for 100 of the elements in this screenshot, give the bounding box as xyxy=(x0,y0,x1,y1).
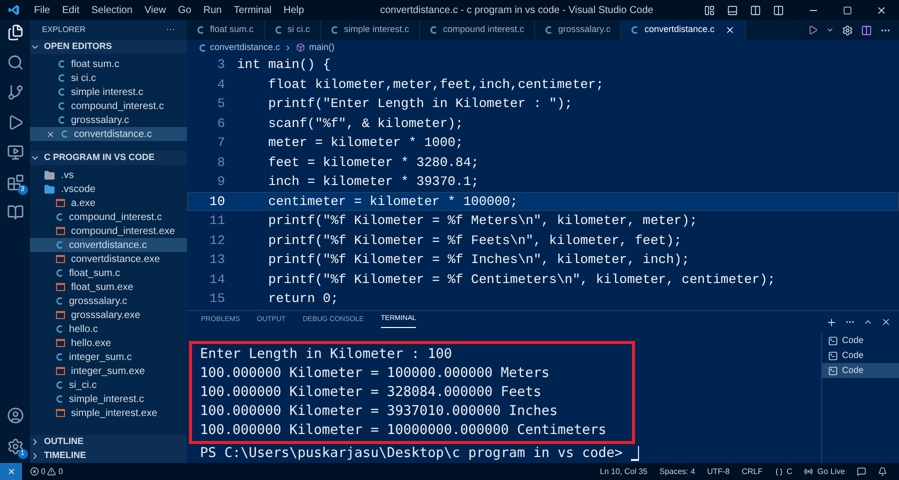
broadcast-icon xyxy=(804,467,814,476)
status-item[interactable]: CRLF xyxy=(742,466,763,478)
terminal-list-item[interactable]: Code xyxy=(822,333,899,348)
explorer-item[interactable]: a.exe xyxy=(30,196,187,210)
explorer-item[interactable]: simple interest.c xyxy=(30,85,187,99)
restore-icon[interactable] xyxy=(843,6,852,14)
menu-item[interactable]: File xyxy=(28,2,56,18)
explorer-item[interactable]: compound_interest.exe xyxy=(30,224,187,238)
explorer-item[interactable]: hello.exe xyxy=(30,336,187,350)
menu-item[interactable]: View xyxy=(138,2,172,18)
more-actions[interactable]: ··· xyxy=(166,23,175,37)
split-editor-icon[interactable] xyxy=(861,24,872,36)
line-number: 13 xyxy=(208,251,226,269)
files-icon[interactable] xyxy=(6,24,24,41)
line-number: 15 xyxy=(208,290,226,308)
explorer-item[interactable]: grosssalary.exe xyxy=(30,308,187,322)
status-item[interactable]: Ln 10, Col 35 xyxy=(600,466,648,478)
layout-icon[interactable] xyxy=(750,4,761,16)
explorer-item[interactable]: convertdistance.c xyxy=(30,238,187,252)
line-number: 6 xyxy=(216,114,226,132)
remote-button[interactable] xyxy=(0,463,22,480)
file-icon xyxy=(56,367,65,375)
warning-count[interactable]: 0 xyxy=(58,466,63,478)
search-icon[interactable] xyxy=(6,54,24,71)
explorer-item[interactable]: si ci.c xyxy=(30,71,187,85)
c-file-icon xyxy=(631,26,638,34)
close-icon[interactable] xyxy=(876,4,887,16)
c-file-icon xyxy=(274,26,282,34)
explorer-item[interactable]: convertdistance.c xyxy=(30,127,187,141)
folder-icon xyxy=(44,170,55,180)
explorer-item[interactable]: integer_sum.exe xyxy=(30,364,187,378)
breadcrumb-item[interactable]: convertdistance.c xyxy=(210,40,280,54)
status-item[interactable]: Spaces: 4 xyxy=(660,466,696,478)
explorer-item[interactable]: float sum.c xyxy=(30,57,187,71)
notifications-icon[interactable] xyxy=(878,467,887,476)
menu-item[interactable]: Go xyxy=(172,2,198,18)
section-header[interactable]: TIMELINE xyxy=(30,449,187,463)
section-header[interactable]: OPEN EDITORS xyxy=(30,40,187,54)
language-mode[interactable]: C xyxy=(786,466,792,478)
editor-tab[interactable]: float sum.c xyxy=(187,20,265,40)
explorer-item[interactable]: .vs xyxy=(30,168,187,182)
explorer-item[interactable]: integer_sum.c xyxy=(30,350,187,364)
explorer-item[interactable]: .vscode xyxy=(30,182,187,196)
terminal-list-item[interactable]: Code xyxy=(822,363,899,378)
code-text: printf("%f Kilometer = %f Meters\n", kilometer, meter); xyxy=(267,212,698,230)
run-icon[interactable] xyxy=(808,25,818,35)
terminal-line: 100.000000 Kilometer = 10000000.000000 Centimeters xyxy=(200,421,608,440)
explorer-item[interactable]: compound_interest.c xyxy=(30,99,187,113)
add-icon[interactable] xyxy=(826,316,837,328)
explorer-item[interactable]: simple_interest.exe xyxy=(30,406,187,420)
code-text: feet = kilometer * 3280.84; xyxy=(267,154,479,172)
explorer-item[interactable]: grosssalary.c xyxy=(30,113,187,127)
line-number: 3 xyxy=(216,56,226,74)
monitor-icon[interactable] xyxy=(6,144,24,161)
menu-item[interactable]: Terminal xyxy=(228,2,278,18)
feedback-icon[interactable] xyxy=(857,467,866,476)
file-icon xyxy=(56,409,65,417)
terminal-list-item[interactable]: Code xyxy=(822,348,899,363)
close-icon[interactable] xyxy=(724,25,734,35)
section-header[interactable]: OUTLINE xyxy=(30,435,187,449)
editor-tab[interactable]: simple interest.c xyxy=(321,20,420,40)
settings-icon[interactable] xyxy=(842,24,853,36)
window-title: convertdistance.c - c program in vs code - Visual Studio Code xyxy=(380,4,654,18)
customize-layout-icon[interactable] xyxy=(773,4,784,16)
explorer-item[interactable]: hello.c xyxy=(30,322,187,336)
status-item[interactable]: UTF-8 xyxy=(707,466,730,478)
panel-toggle-icon[interactable] xyxy=(727,4,738,16)
error-count[interactable]: 0 xyxy=(41,466,46,478)
account-icon[interactable] xyxy=(6,407,24,424)
explorer-item[interactable]: convertdistance.exe xyxy=(30,252,187,266)
menu-item[interactable]: Help xyxy=(278,2,310,18)
code-text: return 0; xyxy=(267,290,338,308)
book-icon[interactable] xyxy=(6,204,24,221)
explorer-item[interactable]: simple_interest.c xyxy=(30,392,187,406)
menu-item[interactable]: Edit xyxy=(56,2,86,18)
code-text: scanf("%f", & kilometer); xyxy=(267,114,464,132)
code-text: printf("Enter Length in Kilometer : "); xyxy=(267,95,572,113)
code-text: int main() { xyxy=(237,56,331,74)
editor-tab[interactable]: compound interest.c xyxy=(420,20,536,40)
explorer-item[interactable]: grosssalary.c xyxy=(30,294,187,308)
explorer-item[interactable]: float_sum.c xyxy=(30,266,187,280)
caret-icon[interactable] xyxy=(826,26,834,34)
editor-tab[interactable]: si ci.c xyxy=(264,20,322,40)
go-live-button[interactable]: Go Live xyxy=(817,466,845,478)
section-header[interactable]: C PROGRAM IN VS CODE xyxy=(30,151,187,165)
explorer-item[interactable]: compound_interest.c xyxy=(30,210,187,224)
menu-item[interactable]: Selection xyxy=(85,2,138,18)
explorer-item[interactable]: si_ci.c xyxy=(30,378,187,392)
breadcrumb-item[interactable]: main() xyxy=(309,40,335,54)
settings-icon[interactable] xyxy=(6,438,24,455)
code-text: inch = kilometer * 39370.1; xyxy=(267,173,479,191)
branch-icon[interactable] xyxy=(6,84,24,101)
folder-icon xyxy=(44,184,55,194)
error-icon xyxy=(30,467,39,476)
sidebar-toggle-icon[interactable] xyxy=(704,4,715,16)
extensions-icon[interactable] xyxy=(6,174,24,191)
menu-item[interactable]: Run xyxy=(197,2,228,18)
editor-tab[interactable]: convertdistance.c xyxy=(621,20,746,40)
close-icon[interactable] xyxy=(881,317,891,327)
explorer-item[interactable]: float_sum.exe xyxy=(30,280,187,294)
